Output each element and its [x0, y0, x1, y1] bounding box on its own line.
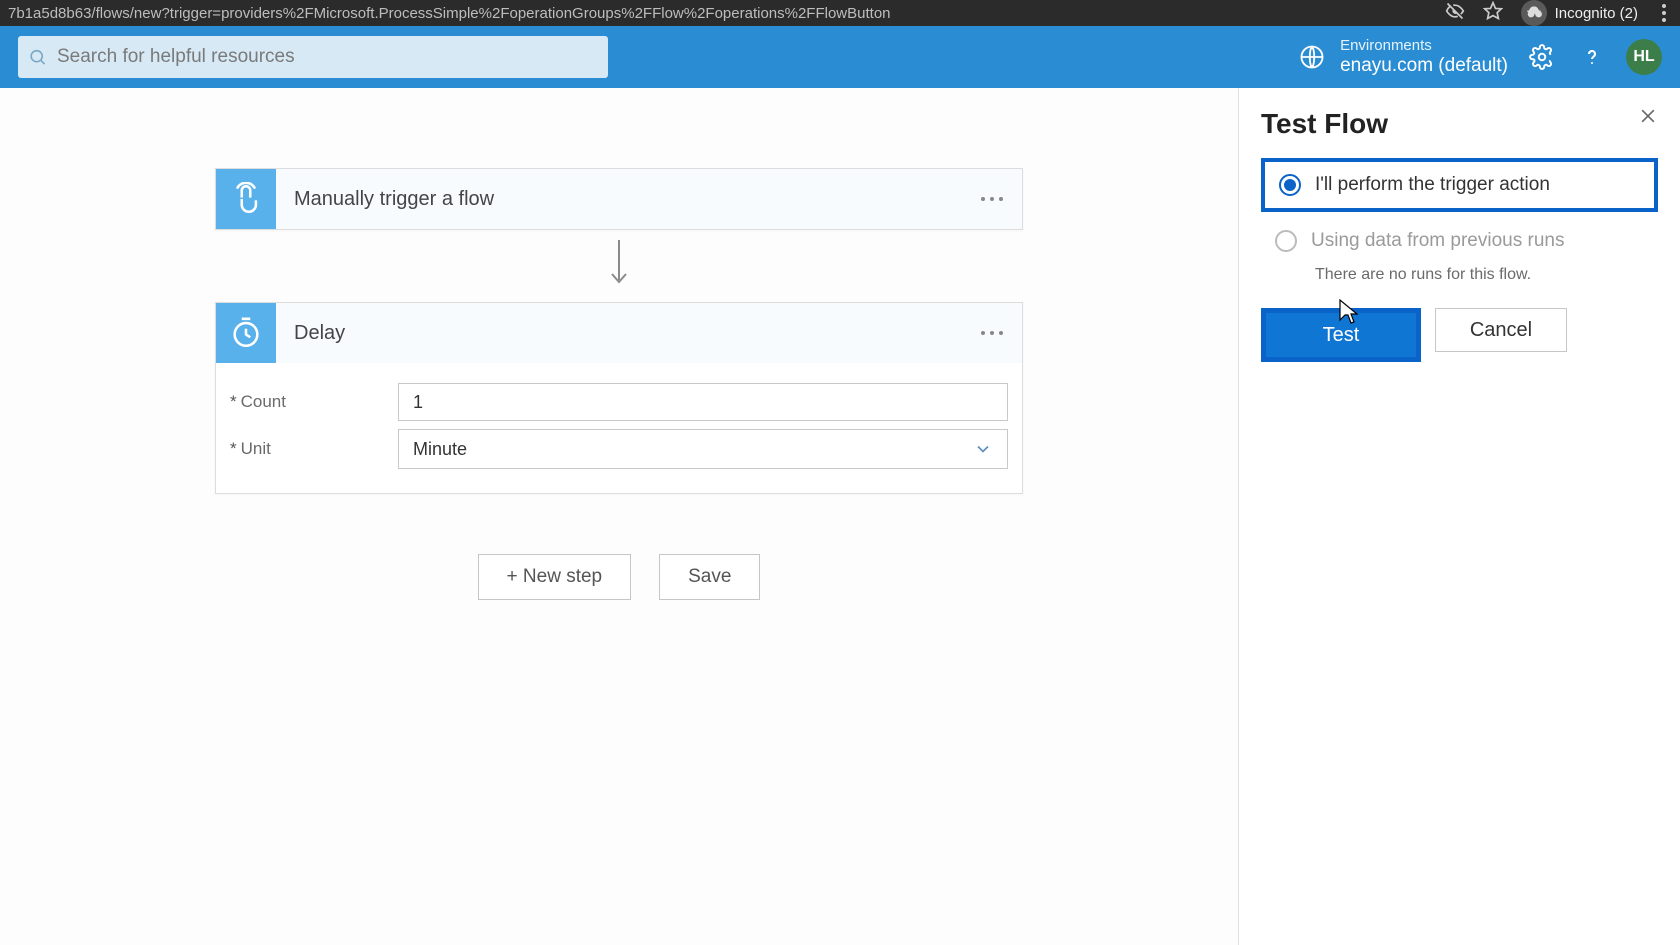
- help-button[interactable]: [1576, 41, 1608, 73]
- save-button[interactable]: Save: [659, 554, 760, 600]
- delay-more-button[interactable]: [962, 331, 1022, 335]
- browser-address-bar: 7b1a5d8b63/flows/new?trigger=providers%2…: [0, 0, 1680, 26]
- star-icon[interactable]: [1483, 1, 1503, 25]
- env-value: enayu.com (default): [1340, 55, 1508, 78]
- radio-previous-runs-label: Using data from previous runs: [1311, 230, 1564, 252]
- touch-icon: [216, 169, 276, 229]
- unit-label: *Unit: [230, 439, 398, 459]
- search-icon: [28, 47, 47, 67]
- url-text: 7b1a5d8b63/flows/new?trigger=providers%2…: [8, 5, 891, 22]
- no-runs-note: There are no runs for this flow.: [1315, 266, 1658, 284]
- close-icon: [1638, 106, 1658, 126]
- gear-icon: [1529, 44, 1555, 70]
- incognito-label: Incognito (2): [1555, 5, 1638, 22]
- test-button[interactable]: Test: [1266, 313, 1416, 357]
- browser-menu-icon[interactable]: [1656, 4, 1672, 22]
- question-icon: [1580, 45, 1604, 69]
- globe-icon: [1298, 43, 1326, 71]
- incognito-indicator[interactable]: Incognito (2): [1521, 0, 1638, 26]
- unit-select[interactable]: Minute: [398, 429, 1008, 469]
- search-box[interactable]: [18, 36, 608, 78]
- radio-previous-runs: Using data from previous runs: [1261, 218, 1658, 264]
- unit-value: Minute: [413, 439, 467, 460]
- panel-title: Test Flow: [1261, 108, 1658, 140]
- connector-arrow: [604, 240, 634, 288]
- env-label: Environments: [1340, 37, 1508, 55]
- app-header: Environments enayu.com (default) HL: [0, 26, 1680, 88]
- chevron-down-icon: [973, 439, 993, 459]
- flow-canvas: Manually trigger a flow Delay *Count: [0, 88, 1238, 945]
- count-label: *Count: [230, 392, 398, 412]
- search-input[interactable]: [57, 46, 598, 68]
- delay-title: Delay: [276, 322, 962, 345]
- radio-perform-trigger[interactable]: I'll perform the trigger action: [1261, 158, 1658, 212]
- radio-perform-trigger-label: I'll perform the trigger action: [1315, 174, 1550, 196]
- radio-icon: [1279, 174, 1301, 196]
- clock-icon: [216, 303, 276, 363]
- trigger-more-button[interactable]: [962, 197, 1022, 201]
- environment-picker[interactable]: Environments enayu.com (default): [1298, 37, 1508, 78]
- radio-icon: [1275, 230, 1297, 252]
- cancel-button[interactable]: Cancel: [1435, 308, 1567, 352]
- test-flow-panel: Test Flow I'll perform the trigger actio…: [1238, 88, 1680, 945]
- close-panel-button[interactable]: [1638, 106, 1658, 131]
- avatar[interactable]: HL: [1626, 39, 1662, 75]
- trigger-card[interactable]: Manually trigger a flow: [215, 168, 1023, 230]
- settings-button[interactable]: [1526, 41, 1558, 73]
- delay-card[interactable]: Delay *Count *Unit Minute: [215, 302, 1023, 494]
- trigger-title: Manually trigger a flow: [276, 188, 962, 211]
- eye-off-icon[interactable]: [1445, 1, 1465, 25]
- count-input[interactable]: [398, 383, 1008, 421]
- new-step-button[interactable]: + New step: [478, 554, 632, 600]
